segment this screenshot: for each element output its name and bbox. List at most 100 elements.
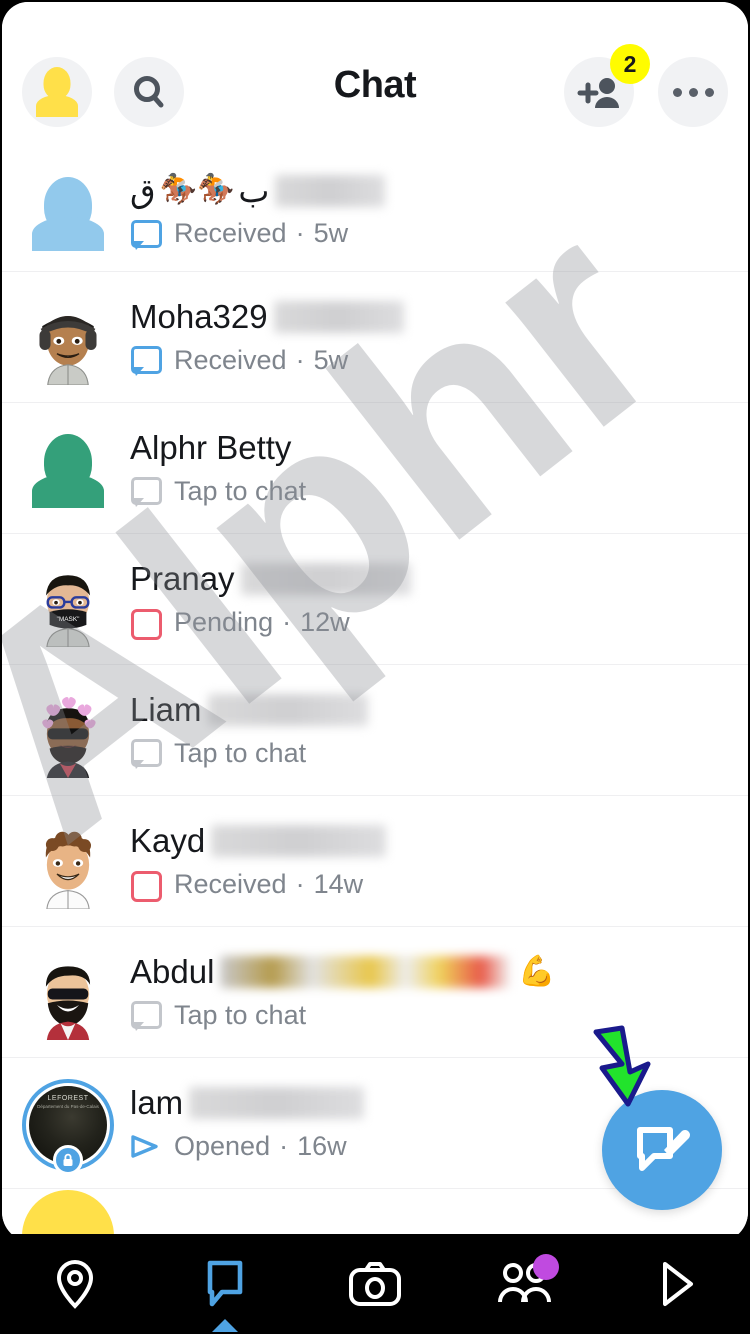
camera-icon (349, 1262, 401, 1306)
chat-status: Received · 14w (130, 868, 748, 903)
bitmoji-beard-sunglasses-avatar-icon (45, 966, 91, 1040)
chat-name-text: Moha329 (130, 298, 268, 336)
separator: · (282, 606, 292, 637)
horse-emoji: 🏇🏇 (159, 173, 235, 207)
chat-name: Liam (130, 691, 748, 729)
avatar[interactable] (20, 420, 116, 516)
avatar[interactable] (20, 289, 116, 385)
blurred-name (275, 174, 386, 207)
blurred-name (207, 694, 368, 726)
lock-icon (53, 1145, 83, 1175)
red-square-icon (130, 607, 162, 641)
nav-friends[interactable] (450, 1234, 600, 1334)
chat-list-item[interactable]: Kayd Received · 14w (2, 796, 748, 927)
chat-list-item[interactable]: Alphr Betty Tap to chat (2, 403, 748, 534)
map-pin-icon (56, 1259, 94, 1309)
status-label: Tap to chat (174, 999, 307, 1030)
nav-chat[interactable] (150, 1234, 300, 1334)
new-chat-icon (637, 1127, 690, 1171)
status-label: Tap to chat (174, 475, 307, 506)
friends-notification-dot (533, 1254, 559, 1280)
chat-list-item[interactable]: Liam Tap to chat (2, 665, 748, 796)
blurred-name (220, 956, 511, 988)
chat-name-text: Pranay (130, 560, 235, 598)
chat-name-text: Liam (130, 691, 202, 729)
separator: · (295, 218, 305, 249)
bitmoji-headphones-avatar-icon (39, 316, 97, 385)
bottom-navigation (0, 1234, 750, 1334)
blue-chat-bubble-icon (130, 345, 162, 377)
avatar[interactable]: "MASK" (20, 551, 116, 647)
status-label: Received (174, 218, 287, 249)
avatar[interactable] (20, 682, 116, 778)
avatar[interactable] (20, 163, 116, 259)
play-discover-icon (663, 1262, 693, 1306)
separator: · (295, 344, 305, 375)
chat-status: Tap to chat (130, 475, 748, 508)
blurred-name (240, 563, 411, 595)
separator: · (279, 1130, 289, 1161)
chat-name-text: Kayd (130, 822, 206, 860)
chat-name: Moha329 (130, 298, 748, 336)
green-silhouette-avatar-icon (32, 430, 104, 516)
blurred-name (211, 825, 387, 857)
bitmoji-curly-hair-avatar-icon (45, 831, 91, 909)
more-options-icon (672, 87, 714, 97)
photo-story-avatar[interactable]: LEFOREST Département du Pas-de-Calais (22, 1079, 114, 1175)
chat-status: Tap to chat (130, 737, 748, 770)
chat-name: Pranay (130, 560, 748, 598)
bitmoji-mask-glasses-avatar-icon: "MASK" (45, 575, 91, 647)
chat-list-item[interactable]: ق 🏇🏇 ب Received · 5w (2, 150, 748, 272)
app-surface: Chat 2 ق 🏇🏇 ب Received · 5w Moha329 Rece… (2, 2, 748, 1242)
chat-name: Alphr Betty (130, 429, 748, 467)
blurred-name (189, 1087, 365, 1119)
chat-name-text: ق (130, 171, 156, 209)
gray-chat-bubble-icon (130, 1000, 162, 1032)
chat-name: Abdul 💪 (130, 953, 748, 991)
status-label: Pending (174, 606, 274, 637)
chat-list-item[interactable]: Moha329 Received · 5w (2, 272, 748, 403)
timestamp: 12w (300, 606, 350, 637)
status-label: Received (174, 868, 287, 899)
blurred-name (273, 301, 404, 333)
blue-chat-bubble-icon (130, 219, 162, 250)
chat-bubble-icon (207, 1260, 243, 1307)
photo-caption-secondary: Département du Pas-de-Calais (37, 1104, 99, 1109)
green-arrow-pointer-icon (593, 1025, 651, 1107)
chat-name-text-2: ب (238, 171, 270, 209)
avatar[interactable]: LEFOREST Département du Pas-de-Calais (20, 1075, 116, 1175)
chat-list-item[interactable]: "MASK" Pranay Pending · 12w (2, 534, 748, 665)
nav-camera[interactable] (300, 1234, 450, 1334)
add-friend-badge: 2 (610, 44, 650, 84)
chat-name: Kayd (130, 822, 748, 860)
chat-name-text: Abdul (130, 953, 215, 991)
timestamp: 14w (313, 868, 364, 899)
phone-screen: Chat 2 ق 🏇🏇 ب Received · 5w Moha329 Rece… (0, 0, 750, 1334)
chat-status: Pending · 12w (130, 606, 748, 641)
more-options-button[interactable] (658, 57, 728, 127)
blue-arrow-icon (130, 1131, 160, 1161)
status-label: Received (174, 344, 287, 375)
status-label: Opened (174, 1130, 271, 1161)
chat-name-text: Alphr Betty (130, 429, 292, 467)
nav-map[interactable] (0, 1234, 150, 1334)
app-header: Chat 2 (2, 2, 748, 150)
timestamp: 5w (313, 344, 349, 375)
active-tab-indicator (212, 1319, 238, 1332)
chat-status: Received · 5w (130, 344, 748, 377)
svg-text:"MASK": "MASK" (57, 616, 81, 623)
blue-silhouette-avatar-icon (32, 173, 104, 259)
avatar[interactable] (20, 813, 116, 909)
avatar[interactable] (20, 944, 116, 1040)
nav-discover[interactable] (600, 1234, 750, 1334)
separator: · (295, 868, 305, 899)
gray-chat-bubble-icon (130, 738, 162, 770)
gray-chat-bubble-icon (130, 476, 162, 508)
status-label: Tap to chat (174, 737, 307, 768)
flexed-biceps-emoji: 💪 (518, 954, 556, 988)
chat-name-text: lam (130, 1084, 184, 1122)
chat-name: ق 🏇🏇 ب (130, 172, 748, 210)
timestamp: 16w (297, 1130, 347, 1161)
red-square-icon (130, 869, 162, 903)
photo-caption-primary: LEFOREST (47, 1095, 89, 1102)
